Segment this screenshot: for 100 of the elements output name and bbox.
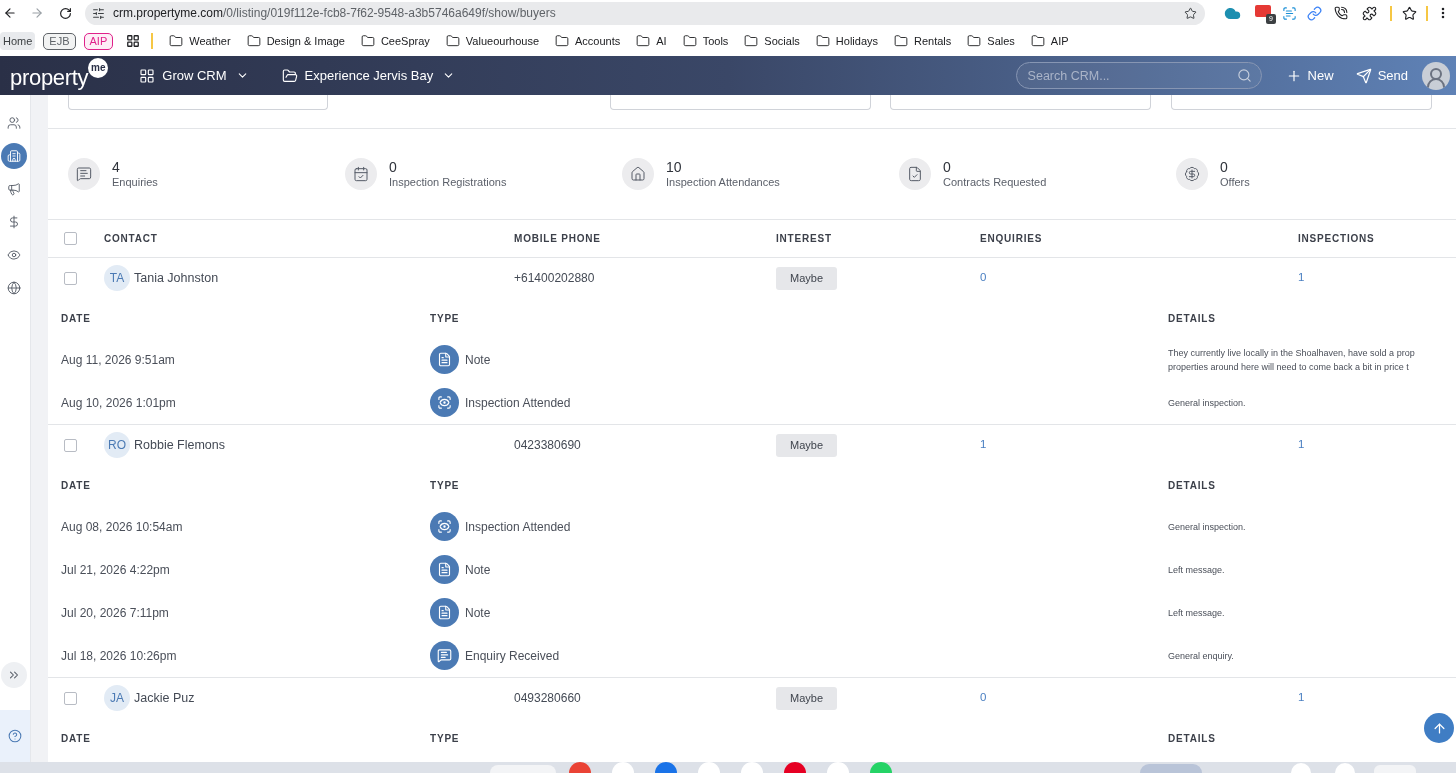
- column-header: DATE: [61, 731, 91, 746]
- eye-scan-icon: [430, 512, 459, 541]
- activity-details: General inspection.: [1168, 396, 1246, 410]
- help-button[interactable]: [0, 710, 30, 762]
- url-text: crm.propertyme.com/0/listing/019f112e-fcb8-7f62-9548-a3b5746a649f/show/buyers: [113, 7, 556, 19]
- nav-menu-button[interactable]: Grow CRM: [139, 67, 249, 84]
- bookmark-folder[interactable]: Valueourhouse: [445, 34, 539, 48]
- reload-icon[interactable]: [59, 6, 72, 20]
- folder-icon: [815, 34, 830, 48]
- dropdown-field[interactable]: [610, 95, 871, 110]
- interest-badge: Maybe: [776, 433, 838, 457]
- app-icon[interactable]: [783, 762, 807, 773]
- activity-type: Note: [465, 351, 491, 369]
- bookmark-folder[interactable]: Design & Image: [246, 34, 345, 48]
- bookmark-folder[interactable]: Holidays: [815, 34, 878, 48]
- folder-icon: [360, 34, 375, 48]
- folder-icon: [445, 34, 460, 48]
- folder-icon: [169, 34, 184, 48]
- document-icon: [430, 555, 459, 584]
- bookmark-tag[interactable]: EJB: [43, 32, 76, 50]
- bookmark-folder[interactable]: AI: [636, 34, 667, 48]
- search-icon: [1236, 68, 1252, 83]
- stat-value: 10: [666, 160, 683, 174]
- interest-badge: Maybe: [776, 266, 838, 290]
- expand-button[interactable]: [1, 662, 27, 688]
- activity-details: They currently live locally in the Shoalhaven, have sold a prop properties around here will need to come back a bit in price t: [1168, 346, 1415, 374]
- globe-icon: [7, 280, 21, 295]
- stat-label: Inspection Registrations: [389, 177, 507, 188]
- column-header: DATE: [61, 478, 91, 493]
- activity-date: Aug 11, 2026 9:51am: [61, 351, 175, 369]
- bookmark-folder[interactable]: Weather: [169, 34, 231, 48]
- contact-name: Jackie Puz: [134, 689, 195, 707]
- activity-type: Inspection Attended: [465, 394, 571, 412]
- bookmark-folder[interactable]: AIP: [1030, 34, 1069, 48]
- enquiries-link[interactable]: 0: [980, 269, 987, 287]
- folder-icon: [682, 34, 697, 48]
- scan-icon[interactable]: [1282, 5, 1297, 21]
- checkbox[interactable]: [64, 232, 77, 245]
- activity-date: Jul 18, 2026 10:26pm: [61, 647, 177, 665]
- megaphone-icon: [7, 181, 21, 196]
- checkbox[interactable]: [64, 438, 77, 452]
- puzzle-icon[interactable]: [1362, 5, 1377, 21]
- dollar-icon: [7, 214, 21, 229]
- scroll-top-button[interactable]: [1424, 713, 1454, 743]
- app-icon[interactable]: [654, 762, 678, 773]
- bookmark-link[interactable]: Home: [0, 32, 36, 50]
- bookmark-folder[interactable]: Sales: [967, 34, 1015, 48]
- inspections-link[interactable]: 1: [1298, 436, 1305, 454]
- folder-icon: [894, 34, 908, 48]
- phone-number: 0493280660: [514, 690, 581, 707]
- app-icon[interactable]: [568, 762, 592, 773]
- nav-menu-button[interactable]: Experience Jervis Bay: [281, 67, 456, 84]
- column-header: INTEREST: [776, 232, 832, 246]
- header-action-button[interactable]: New: [1285, 67, 1334, 84]
- search-field[interactable]: Search CRM...: [1015, 62, 1262, 89]
- activity-date: Aug 08, 2026 10:54am: [61, 518, 183, 536]
- dollar-badge-icon: [1176, 158, 1208, 190]
- column-header: TYPE: [430, 731, 460, 746]
- sidebar-item[interactable]: [1, 142, 27, 169]
- document-check-icon: [899, 158, 931, 190]
- avatar-icon[interactable]: [1422, 61, 1450, 90]
- search-field[interactable]: [68, 95, 328, 110]
- contact-name: Robbie Flemons: [134, 436, 225, 454]
- link-icon[interactable]: [1307, 5, 1322, 21]
- address-field[interactable]: crm.propertyme.com/0/listing/019f112e-fcb8-7f62-9548-a3b5746a649f/show/buyers: [85, 1, 1205, 25]
- send-icon: [1355, 67, 1372, 84]
- site-settings-icon[interactable]: [92, 6, 105, 20]
- bookmark-folder[interactable]: Accounts: [555, 34, 621, 48]
- activity-type: Enquiry Received: [465, 647, 560, 665]
- bookmark-tag[interactable]: AIP: [83, 32, 114, 50]
- bookmark-folder[interactable]: Socials: [744, 34, 800, 48]
- enquiries-link[interactable]: 1: [980, 436, 987, 454]
- phone-number: 0423380690: [514, 437, 581, 454]
- dropdown-field[interactable]: [1171, 95, 1432, 110]
- phone-icon[interactable]: [1334, 6, 1348, 20]
- bookmark-folder[interactable]: Rentals: [894, 34, 952, 48]
- column-header: DETAILS: [1168, 478, 1216, 493]
- forward-icon[interactable]: [30, 6, 44, 20]
- bookmark-folder[interactable]: CeeSpray: [360, 34, 430, 48]
- bookmark-folder[interactable]: Tools: [682, 34, 729, 48]
- folder-icon: [246, 34, 261, 48]
- column-header: TYPE: [430, 311, 460, 326]
- enquiries-link[interactable]: 0: [980, 689, 987, 707]
- inspections-link[interactable]: 1: [1298, 269, 1305, 287]
- activity-date: Jul 21, 2026 4:22pm: [61, 561, 170, 579]
- stat-label: Enquiries: [112, 177, 158, 188]
- apps-grid-icon[interactable]: [126, 34, 141, 48]
- header-action-button[interactable]: Send: [1355, 67, 1408, 84]
- stat-label: Offers: [1220, 177, 1250, 188]
- checkbox[interactable]: [64, 271, 77, 285]
- star-icon[interactable]: [1402, 5, 1417, 21]
- checkbox[interactable]: [64, 691, 77, 705]
- back-icon[interactable]: [3, 6, 17, 20]
- bookmark-star-icon[interactable]: [1184, 6, 1197, 20]
- inspections-link[interactable]: 1: [1298, 689, 1305, 707]
- house-icon: [622, 158, 654, 190]
- column-header: DETAILS: [1168, 731, 1216, 746]
- column-header: INSPECTIONS: [1298, 232, 1375, 246]
- dropdown-field[interactable]: [890, 95, 1151, 110]
- folder-icon: [636, 34, 651, 48]
